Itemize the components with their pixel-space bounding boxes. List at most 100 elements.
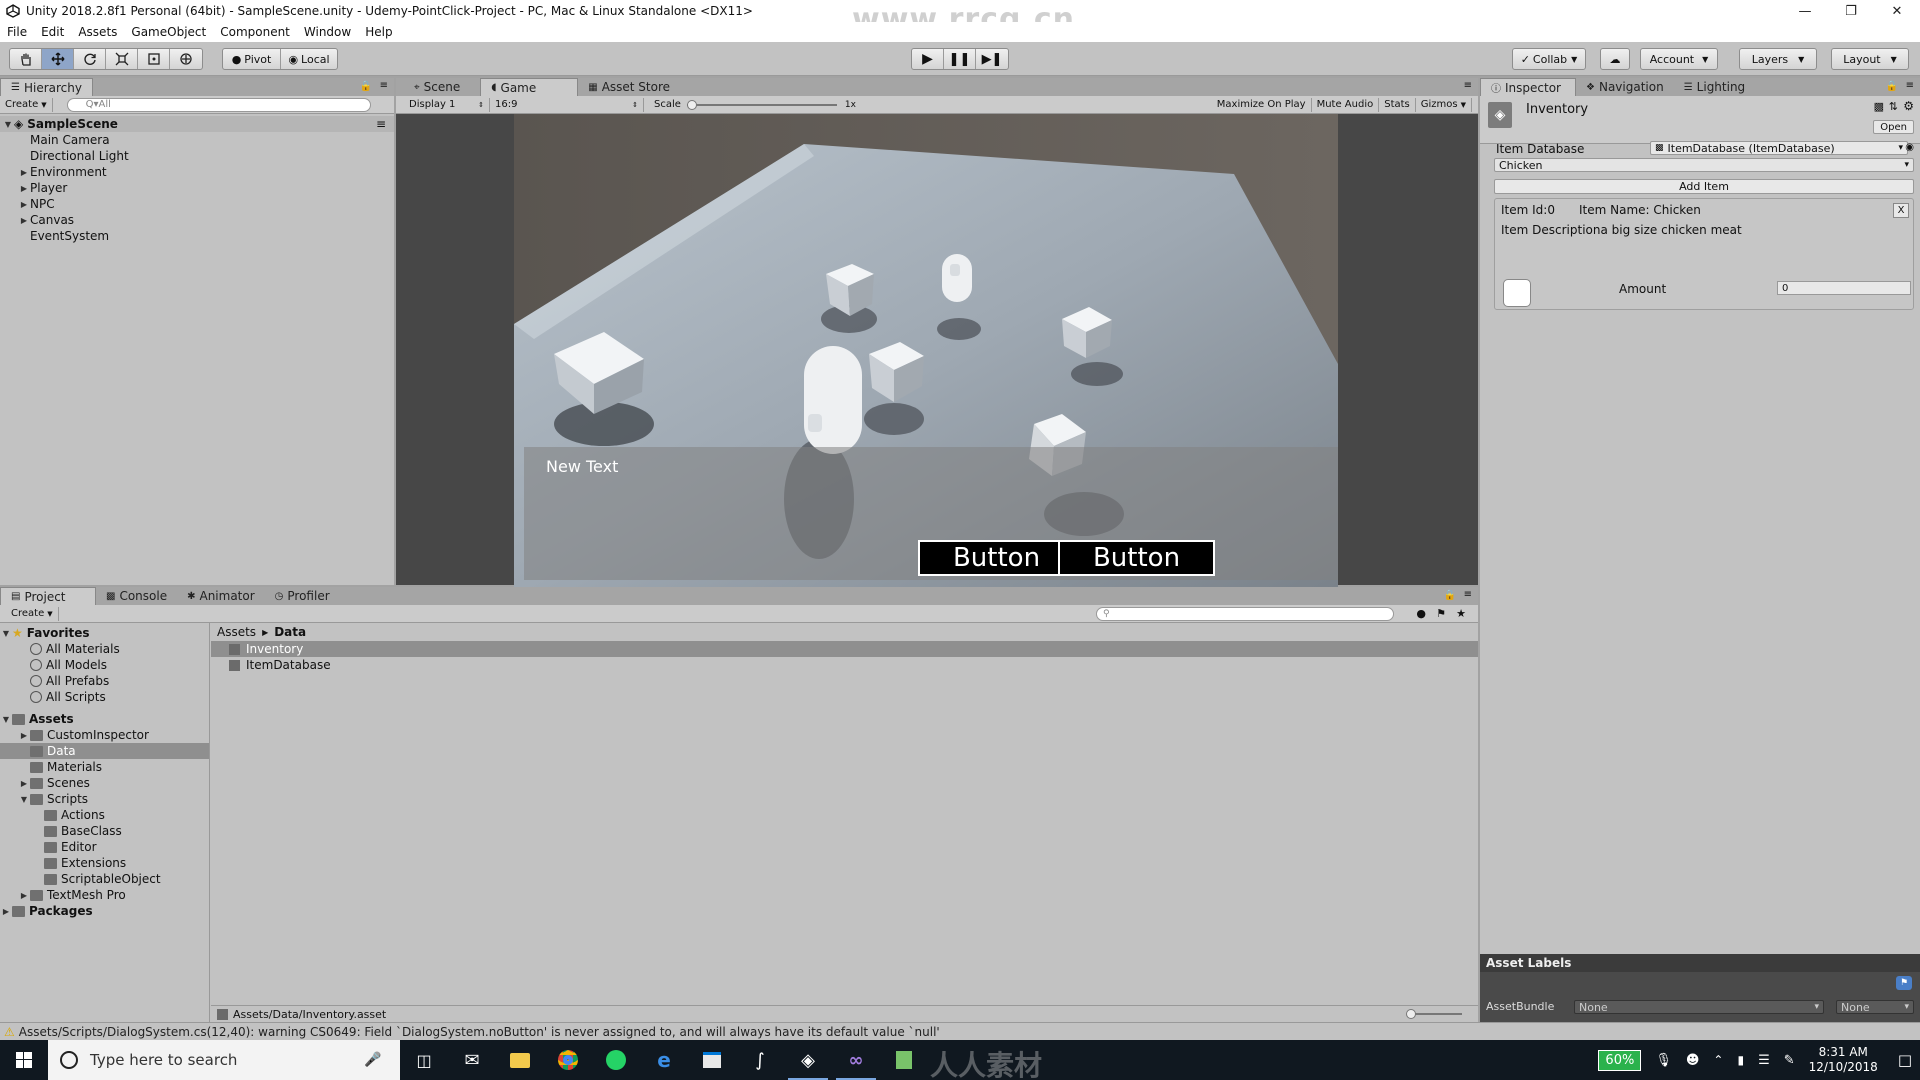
tab-scene[interactable]: ⌖ Scene xyxy=(404,78,470,96)
filter-type-icon[interactable]: ● xyxy=(1416,607,1426,620)
battery-icon[interactable]: ▮ xyxy=(1737,1053,1744,1067)
object-picker-icon[interactable]: ◉ xyxy=(1905,142,1914,153)
item-select-dropdown[interactable]: Chicken xyxy=(1494,158,1914,172)
chevron-up-icon[interactable]: ⌃ xyxy=(1713,1053,1723,1067)
folder-item[interactable]: Extensions xyxy=(0,855,209,871)
help-icon[interactable]: ▩ xyxy=(1874,100,1884,113)
hierarchy-item[interactable]: Main Camera xyxy=(0,132,394,148)
move-tool-button[interactable] xyxy=(42,49,74,69)
unity-app[interactable]: ◈ xyxy=(784,1040,832,1080)
scale-slider-thumb[interactable] xyxy=(686,99,697,110)
store-app[interactable] xyxy=(688,1040,736,1080)
breadcrumb-current[interactable]: Data xyxy=(274,625,306,639)
hierarchy-item[interactable]: EventSystem xyxy=(0,228,394,244)
panel-menu-icon[interactable]: ≡ xyxy=(1464,80,1472,91)
rect-tool-button[interactable] xyxy=(138,49,170,69)
tab-profiler[interactable]: ◷ Profiler xyxy=(265,587,340,605)
panel-menu-icon[interactable]: ≡ xyxy=(1464,589,1472,600)
tab-navigation[interactable]: ❖ Navigation xyxy=(1576,78,1674,96)
maximize-on-play-toggle[interactable]: Maximize On Play xyxy=(1212,97,1312,112)
game-button-2[interactable]: Button xyxy=(1058,540,1215,576)
favorite-item[interactable]: All Scripts xyxy=(0,689,209,705)
expand-arrow-icon[interactable]: ▼ xyxy=(0,715,12,724)
pen-icon[interactable]: ✎ xyxy=(1784,1053,1795,1068)
hand-tool-button[interactable] xyxy=(10,49,42,69)
favorite-item[interactable]: All Models xyxy=(0,657,209,673)
tab-project[interactable]: ▤ Project xyxy=(0,587,96,605)
task-view-button[interactable]: ◫ xyxy=(400,1040,448,1080)
preset-icon[interactable]: ⇅ xyxy=(1889,100,1898,113)
favorite-item[interactable]: All Materials xyxy=(0,641,209,657)
assets-row[interactable]: ▼ Assets xyxy=(0,711,209,727)
clock[interactable]: 8:31 AM 12/10/2018 xyxy=(1809,1045,1878,1075)
tab-inspector[interactable]: ⓘ Inspector xyxy=(1480,78,1576,96)
account-button[interactable]: Account ▼ xyxy=(1641,49,1717,69)
menu-window[interactable]: Window xyxy=(297,25,358,39)
file-item[interactable]: ItemDatabase xyxy=(211,657,1478,673)
filter-label-icon[interactable]: ⚑ xyxy=(1436,607,1446,620)
star-icon[interactable]: ★ xyxy=(1456,607,1466,620)
rotate-tool-button[interactable] xyxy=(74,49,106,69)
project-search-input[interactable]: ⚲ xyxy=(1096,606,1394,621)
expand-arrow-icon[interactable]: ▼ xyxy=(18,795,30,804)
tab-animator[interactable]: ✱ Animator xyxy=(177,587,265,605)
tab-hierarchy[interactable]: ☰ Hierarchy xyxy=(0,78,93,96)
tab-asset-store[interactable]: ▦ Asset Store xyxy=(578,78,680,96)
tag-icon[interactable]: ⚑ xyxy=(1896,976,1912,990)
scene-row[interactable]: ▼ ◈ SampleScene ≡ xyxy=(0,116,394,132)
taskbar-search-input[interactable]: Type here to search 🎤 xyxy=(48,1040,400,1080)
layout-button[interactable]: Layout ▼ xyxy=(1832,49,1908,69)
panel-menu-icon[interactable]: ≡ xyxy=(1906,80,1914,91)
sourcetree-app[interactable]: ∫ xyxy=(736,1040,784,1080)
panel-menu-icon[interactable]: ≡ xyxy=(380,80,388,91)
mute-audio-toggle[interactable]: Mute Audio xyxy=(1312,97,1380,112)
expand-arrow-icon[interactable]: ▼ xyxy=(2,120,14,129)
mail-app[interactable]: ✉ xyxy=(448,1040,496,1080)
notification-icon[interactable]: □ xyxy=(1898,1051,1912,1069)
folder-item[interactable]: ScriptableObject xyxy=(0,871,209,887)
pivot-button[interactable]: ● Pivot xyxy=(223,49,281,69)
notepad-app[interactable] xyxy=(880,1040,928,1080)
assetbundle-variant-dropdown[interactable]: None xyxy=(1836,1000,1914,1014)
hierarchy-item[interactable]: ▶ Environment xyxy=(0,164,394,180)
hierarchy-item[interactable]: ▶ Player xyxy=(0,180,394,196)
people-icon[interactable]: ☻ xyxy=(1686,1053,1700,1068)
menu-edit[interactable]: Edit xyxy=(34,25,71,39)
tab-lighting[interactable]: ☰ Lighting xyxy=(1674,78,1755,96)
folder-item[interactable]: ▶ TextMesh Pro xyxy=(0,887,209,903)
expand-arrow-icon[interactable]: ▼ xyxy=(0,629,12,638)
icon-size-slider[interactable] xyxy=(1406,1009,1462,1019)
expand-arrow-icon[interactable]: ▶ xyxy=(18,216,30,225)
hierarchy-item[interactable]: ▶ Canvas xyxy=(0,212,394,228)
item-icon-slot[interactable] xyxy=(1503,279,1531,307)
project-create-button[interactable]: Create ▼ xyxy=(6,606,59,621)
breadcrumb-root[interactable]: Assets xyxy=(217,625,256,639)
expand-arrow-icon[interactable]: ▶ xyxy=(18,168,30,177)
restore-icon[interactable]: ❐ xyxy=(1828,0,1874,22)
icon-size-slider-thumb[interactable] xyxy=(1406,1009,1416,1019)
status-bar[interactable]: ⚠ Assets/Scripts/DialogSystem.cs(12,40):… xyxy=(0,1022,1920,1040)
cloud-button[interactable]: ☁ xyxy=(1601,49,1629,69)
whatsapp-app[interactable] xyxy=(592,1040,640,1080)
tab-game[interactable]: ◖ Game xyxy=(480,78,579,96)
play-button[interactable]: ▶ xyxy=(912,49,944,69)
close-icon[interactable]: ✕ xyxy=(1874,0,1920,22)
folder-item[interactable]: ▶ CustomInspector xyxy=(0,727,209,743)
edge-app[interactable]: e xyxy=(640,1040,688,1080)
create-button[interactable]: Create ▼ xyxy=(0,97,53,112)
stats-toggle[interactable]: Stats xyxy=(1379,97,1416,112)
minimize-icon[interactable]: — xyxy=(1782,0,1828,22)
chrome-app[interactable] xyxy=(544,1040,592,1080)
microphone-icon[interactable]: 🎤 xyxy=(364,1052,381,1068)
lock-icon[interactable]: 🔒 xyxy=(360,81,372,92)
local-button[interactable]: ◉ Local xyxy=(281,49,337,69)
favorites-row[interactable]: ▼ ★ Favorites xyxy=(0,625,209,641)
pause-button[interactable]: ❚❚ xyxy=(944,49,976,69)
aspect-dropdown[interactable]: 16:9 ⇕ xyxy=(490,97,644,112)
menu-help[interactable]: Help xyxy=(358,25,399,39)
explorer-app[interactable] xyxy=(496,1040,544,1080)
menu-file[interactable]: File xyxy=(0,25,34,39)
collab-button[interactable]: ✓ Collab ▼ xyxy=(1513,49,1585,69)
scale-slider[interactable] xyxy=(686,99,837,110)
gear-icon[interactable]: ⚙ xyxy=(1903,99,1914,113)
